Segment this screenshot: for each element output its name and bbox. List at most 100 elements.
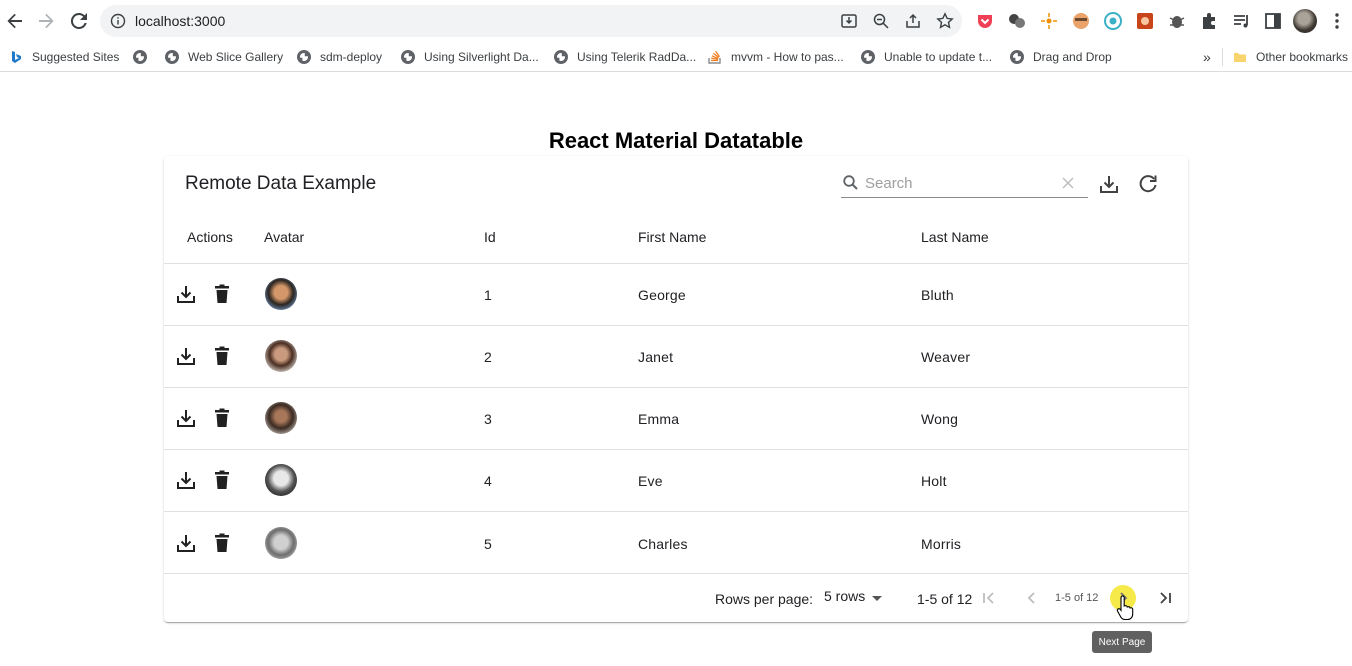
share-icon[interactable] xyxy=(904,12,922,30)
more-bookmarks-chevron[interactable]: » xyxy=(1203,48,1211,66)
refresh-icon[interactable] xyxy=(1137,173,1159,195)
chevron-left-icon xyxy=(1027,592,1035,604)
address-bar[interactable]: localhost:3000 xyxy=(100,5,962,37)
download-icon[interactable] xyxy=(175,469,197,491)
download-icon[interactable] xyxy=(175,345,197,367)
bookmark-silverlight[interactable]: Using Silverlight Da... xyxy=(401,48,539,66)
bookmark-label: Drag and Drop xyxy=(1033,50,1112,64)
side-panel-icon[interactable] xyxy=(1263,11,1283,31)
avatar xyxy=(265,340,297,372)
download-icon[interactable] xyxy=(175,407,197,429)
bookmark-globe[interactable] xyxy=(133,48,156,66)
folder-icon xyxy=(1234,53,1246,62)
bookmark-unable-to-update[interactable]: Unable to update t... xyxy=(861,48,992,66)
rows-per-page-select[interactable]: 5 rows xyxy=(824,588,888,610)
avatar xyxy=(265,402,297,434)
reload-icon[interactable] xyxy=(67,9,91,33)
search-field[interactable] xyxy=(841,170,1088,198)
bookmark-mvvm[interactable]: mvvm - How to pas... xyxy=(708,48,844,66)
download-icon[interactable] xyxy=(175,283,197,305)
previous-page-button[interactable] xyxy=(1019,585,1045,611)
reading-list-icon[interactable] xyxy=(1231,11,1251,31)
datatable-card: Remote Data Example Actions Avatar Id Fi… xyxy=(164,156,1188,622)
export-download-icon[interactable] xyxy=(1098,173,1120,195)
extension-face-icon[interactable] xyxy=(1071,11,1091,31)
page-range: 1-5 of 12 xyxy=(917,591,973,607)
cell-first-name: George xyxy=(638,287,686,303)
back-arrow-icon[interactable] xyxy=(3,9,27,33)
delete-trash-icon[interactable] xyxy=(211,283,233,305)
other-bookmarks[interactable]: Other bookmarks xyxy=(1233,48,1348,66)
delete-trash-icon[interactable] xyxy=(211,345,233,367)
pocket-icon[interactable] xyxy=(975,11,995,31)
bookmarks-bar: Suggested Sites Web Slice Gallery sdm-de… xyxy=(0,42,1352,72)
cell-last-name: Wong xyxy=(921,411,959,427)
forward-arrow-icon[interactable] xyxy=(34,9,58,33)
avatar xyxy=(265,464,297,496)
column-header-avatar[interactable]: Avatar xyxy=(264,229,304,245)
delete-trash-icon[interactable] xyxy=(211,469,233,491)
profile-avatar[interactable] xyxy=(1293,9,1317,33)
cell-id: 5 xyxy=(484,536,492,552)
table-row: 1 George Bluth xyxy=(164,264,1188,326)
download-icon[interactable] xyxy=(175,532,197,554)
column-header-id[interactable]: Id xyxy=(484,229,496,245)
row-divider xyxy=(164,573,1188,574)
globe-icon xyxy=(554,50,568,64)
bookmark-label: Unable to update t... xyxy=(884,50,993,64)
bookmark-star-icon[interactable] xyxy=(936,12,954,30)
bookmark-label: Suggested Sites xyxy=(32,50,120,64)
bing-icon xyxy=(12,51,21,63)
bookmarks-divider xyxy=(1222,48,1223,66)
cell-first-name: Emma xyxy=(638,411,680,427)
cell-last-name: Bluth xyxy=(921,287,954,303)
extension-bug-icon[interactable] xyxy=(1167,11,1187,31)
column-header-first-name[interactable]: First Name xyxy=(638,229,706,245)
extension-spheres-icon[interactable] xyxy=(1007,11,1027,31)
search-icon xyxy=(843,175,858,190)
bookmark-telerik[interactable]: Using Telerik RadDa... xyxy=(554,48,696,66)
globe-icon xyxy=(401,50,415,64)
menu-dots-icon[interactable] xyxy=(1327,11,1347,31)
cell-first-name: Janet xyxy=(638,349,674,365)
column-header-last-name[interactable]: Last Name xyxy=(921,229,989,245)
bookmark-label: Web Slice Gallery xyxy=(188,50,284,64)
bookmark-suggested-sites[interactable]: Suggested Sites xyxy=(9,48,119,66)
zoom-icon[interactable] xyxy=(872,12,890,30)
bookmark-web-slice-gallery[interactable]: Web Slice Gallery xyxy=(165,48,283,66)
last-page-icon xyxy=(1160,592,1171,604)
search-input[interactable] xyxy=(865,172,1055,194)
info-icon[interactable] xyxy=(110,13,126,29)
extension-red-icon[interactable] xyxy=(1135,11,1155,31)
globe-icon xyxy=(133,50,147,64)
next-page-tooltip: Next Page xyxy=(1092,631,1152,653)
url-text: localhost:3000 xyxy=(135,13,226,29)
clear-search-icon[interactable] xyxy=(1060,175,1076,191)
last-page-button[interactable] xyxy=(1152,585,1178,611)
table-row: 3 Emma Wong xyxy=(164,388,1188,450)
stackoverflow-icon xyxy=(708,50,721,64)
globe-icon xyxy=(1010,50,1024,64)
browser-toolbar: localhost:3000 xyxy=(0,0,1352,42)
extension-spark-icon[interactable] xyxy=(1039,11,1059,31)
bookmark-sdm-deploy[interactable]: sdm-deploy xyxy=(297,48,382,66)
cell-id: 3 xyxy=(484,411,492,427)
delete-trash-icon[interactable] xyxy=(211,532,233,554)
rows-per-page-label: Rows per page: xyxy=(715,591,814,607)
cell-id: 4 xyxy=(484,473,492,489)
bookmark-drag-and-drop[interactable]: Drag and Drop xyxy=(1010,48,1112,66)
bookmark-label: mvvm - How to pas... xyxy=(731,50,844,64)
install-app-icon[interactable] xyxy=(840,12,858,30)
table-title: Remote Data Example xyxy=(185,173,377,194)
first-page-button[interactable] xyxy=(976,585,1002,611)
table-row: 5 Charles Morris xyxy=(164,512,1188,574)
rows-per-page-value: 5 rows xyxy=(824,588,866,604)
delete-trash-icon[interactable] xyxy=(211,407,233,429)
first-page-icon xyxy=(983,592,994,604)
table-row: 4 Eve Holt xyxy=(164,450,1188,512)
extension-target-icon[interactable] xyxy=(1103,11,1123,31)
extensions-puzzle-icon[interactable] xyxy=(1199,11,1219,31)
cell-first-name: Charles xyxy=(638,536,688,552)
other-bookmarks-label: Other bookmarks xyxy=(1256,50,1349,64)
globe-icon xyxy=(297,50,311,64)
